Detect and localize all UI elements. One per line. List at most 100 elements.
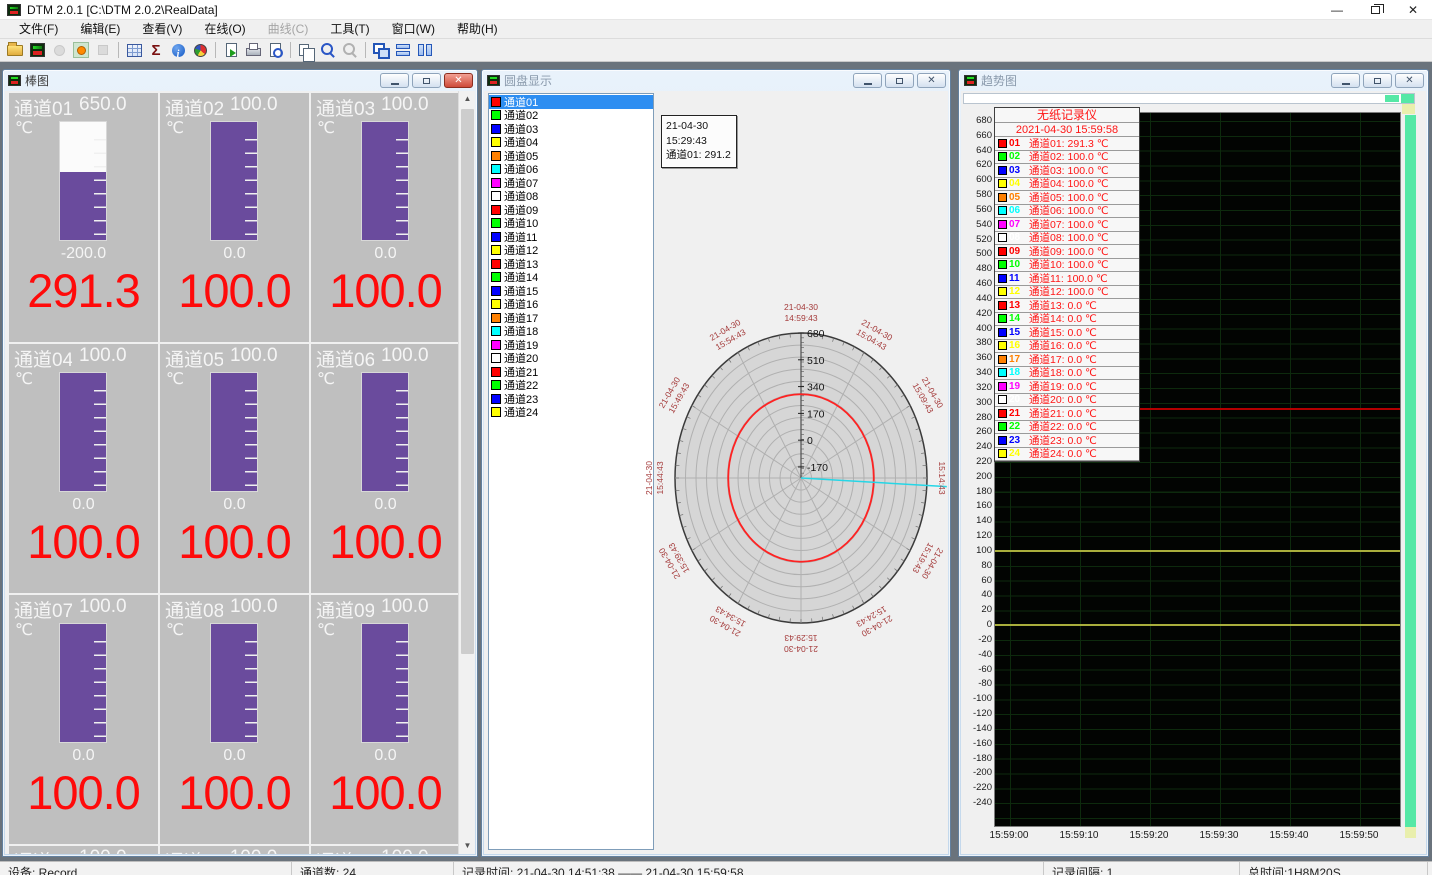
bar-unit: ℃ [317, 620, 335, 640]
bar-cell-header: 通道08100.0 [160, 595, 309, 623]
restore-button[interactable] [1356, 0, 1394, 20]
cascade-windows-button[interactable] [370, 40, 392, 60]
svg-text:-170: -170 [807, 462, 828, 474]
bar-cell-通道01: 通道01650.0℃-200.0291.3 [9, 93, 158, 342]
gauge [361, 121, 409, 241]
disk-close-button[interactable]: ✕ [917, 73, 946, 88]
tooltip-line: 21-04-30 [666, 119, 732, 134]
trend-window-title: 趋势图 [981, 72, 1017, 89]
bar-cell-通道07: 通道07100.0℃0.0100.0 [9, 595, 158, 844]
data-table-button[interactable] [123, 40, 145, 60]
disk-restore-button[interactable] [885, 73, 914, 88]
statistics-button[interactable]: Σ [145, 40, 167, 60]
legend-channel-number: 15 [1009, 327, 1029, 338]
trend-minimize-button[interactable] [1331, 73, 1360, 88]
bar-unit: ℃ [166, 620, 184, 640]
scrollbar-thumb[interactable] [461, 109, 474, 654]
channel-color-swatch [491, 137, 501, 147]
bar-unit: ℃ [15, 118, 33, 138]
realtime-data-button[interactable] [26, 40, 48, 60]
disk-window-icon [487, 75, 500, 86]
bar-close-button[interactable]: ✕ [444, 73, 473, 88]
disk-minimize-button[interactable] [853, 73, 882, 88]
record-button[interactable] [70, 40, 92, 60]
tile-vertical-button[interactable] [414, 40, 436, 60]
tile-horizontal-button[interactable] [392, 40, 414, 60]
channel-color-swatch [491, 110, 501, 120]
info-button[interactable] [167, 40, 189, 60]
restore-icon [1371, 6, 1380, 14]
bar-minimize-button[interactable] [380, 73, 409, 88]
gauge-ticks [245, 378, 257, 486]
bar-cell-header: 通道11100.0 [160, 846, 309, 854]
channel-color-swatch [491, 97, 501, 107]
copy-button[interactable] [295, 40, 317, 60]
bar-cell-通道09: 通道09100.0℃0.0100.0 [311, 595, 460, 844]
legend-color-swatch [998, 301, 1007, 310]
disk-window-title: 圆盘显示 [504, 72, 552, 89]
channel-color-swatch [491, 259, 501, 269]
legend-channel-number: 17 [1009, 354, 1029, 365]
channel-label: 通道24 [504, 404, 538, 420]
menu-item-2[interactable]: 查看(V) [131, 20, 193, 39]
bar-unit: ℃ [15, 369, 33, 389]
bar-value: 100.0 [311, 765, 460, 820]
bar-min-label: 0.0 [311, 245, 460, 263]
channel-list-item-24[interactable]: 通道24 [489, 406, 653, 420]
legend-color-swatch [998, 247, 1007, 256]
zoom-button[interactable] [317, 40, 339, 60]
y-tick-label: 60 [964, 575, 992, 586]
trend-line-通道02-12 [995, 550, 1400, 552]
print-button[interactable] [242, 40, 264, 60]
export-button[interactable] [220, 40, 242, 60]
close-button[interactable]: ✕ [1394, 0, 1432, 20]
bar-cell-header: 通道07100.0 [9, 595, 158, 623]
menu-item-0[interactable]: 文件(F) [8, 20, 69, 39]
menu-item-5[interactable]: 工具(T) [319, 20, 380, 39]
menu-bar: 文件(F)编辑(E)查看(V)在线(O)曲线(C)工具(T)窗口(W)帮助(H) [0, 20, 1432, 39]
pie-chart-button[interactable] [189, 40, 211, 60]
trend-window-title-bar[interactable]: 趋势图 ✕ [959, 70, 1428, 90]
bar-window-title-bar[interactable]: 棒图 ✕ [3, 70, 477, 90]
scrollbar-down-button[interactable]: ▼ [459, 838, 475, 854]
channel-color-swatch [491, 313, 501, 323]
minimize-button[interactable]: — [1318, 0, 1356, 20]
y-tick-label: -80 [964, 678, 992, 689]
channel-color-swatch [491, 380, 501, 390]
gauge [361, 623, 409, 743]
h-scrollbar-end[interactable] [1401, 94, 1414, 103]
legend-channel-number: 10 [1009, 259, 1029, 270]
svg-text:0: 0 [807, 435, 813, 447]
open-file-button[interactable] [4, 40, 26, 60]
print-preview-button[interactable] [264, 40, 286, 60]
svg-text:15:44:43: 15:44:43 [655, 461, 665, 494]
trend-restore-button[interactable] [1363, 73, 1392, 88]
legend-color-swatch [998, 206, 1007, 215]
menu-item-3[interactable]: 在线(O) [193, 20, 256, 39]
v-scrollbar-end[interactable] [1405, 827, 1416, 838]
h-scrollbar-thumb[interactable] [1385, 95, 1399, 102]
gauge [59, 121, 107, 241]
trend-horizontal-scrollbar[interactable] [963, 93, 1415, 104]
polar-chart[interactable]: 6805103401700-17021-04-3014:59:4321-04-3… [641, 303, 948, 653]
bar-cell-header: 通道01650.0 [9, 93, 158, 121]
bar-cell-header: 通道05100.0 [160, 344, 309, 372]
bar-min-label: 0.0 [160, 747, 309, 765]
channel-color-swatch [491, 191, 501, 201]
application-window: DTM 2.0.1 [C:\DTM 2.0.2\RealData] — ✕ 文件… [0, 0, 1432, 875]
bar-restore-button[interactable] [412, 73, 441, 88]
y-tick-label: 360 [964, 352, 992, 363]
disk-window-title-bar[interactable]: 圆盘显示 ✕ [482, 70, 950, 90]
trend-vertical-scrollbar[interactable] [1405, 115, 1416, 827]
y-tick-label: 440 [964, 293, 992, 304]
legend-channel-number: 13 [1009, 300, 1029, 311]
bar-unit: ℃ [317, 118, 335, 138]
menu-item-7[interactable]: 帮助(H) [446, 20, 509, 39]
menu-item-6[interactable]: 窗口(W) [381, 20, 446, 39]
status-section: 记录间隔: 1 [1044, 862, 1240, 875]
scrollbar-up-button[interactable]: ▲ [459, 91, 475, 107]
bar-vertical-scrollbar[interactable]: ▲ ▼ [458, 91, 475, 854]
record-idle-button [48, 40, 70, 60]
trend-close-button[interactable]: ✕ [1395, 73, 1424, 88]
menu-item-1[interactable]: 编辑(E) [69, 20, 131, 39]
